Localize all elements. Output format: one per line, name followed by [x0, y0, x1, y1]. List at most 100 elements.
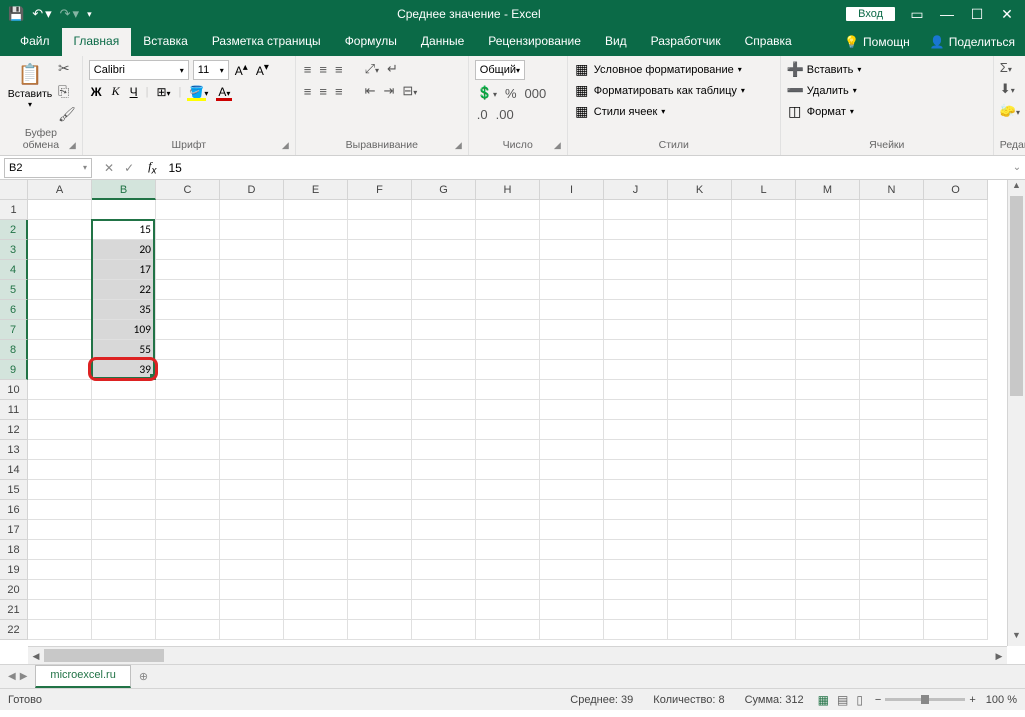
cell[interactable] — [860, 220, 924, 240]
cell[interactable] — [92, 580, 156, 600]
cell[interactable] — [604, 560, 668, 580]
cell[interactable] — [732, 220, 796, 240]
cell[interactable] — [668, 420, 732, 440]
cell[interactable] — [668, 360, 732, 380]
italic-button[interactable]: К — [110, 84, 122, 99]
cell[interactable] — [220, 620, 284, 640]
cell[interactable] — [348, 300, 412, 320]
row-header[interactable]: 4 — [0, 260, 28, 280]
cell[interactable] — [92, 540, 156, 560]
cell[interactable] — [156, 560, 220, 580]
cell[interactable] — [156, 200, 220, 220]
cell[interactable] — [924, 240, 988, 260]
cell[interactable] — [732, 520, 796, 540]
cell[interactable] — [284, 600, 348, 620]
cell[interactable] — [412, 620, 476, 640]
cell[interactable] — [220, 220, 284, 240]
copy-icon[interactable]: ⎘ — [58, 83, 76, 100]
cell[interactable] — [348, 440, 412, 460]
cell[interactable] — [28, 340, 92, 360]
cell[interactable] — [348, 320, 412, 340]
cell[interactable] — [732, 560, 796, 580]
cell[interactable] — [284, 520, 348, 540]
formula-input[interactable]: 15 — [162, 161, 1009, 175]
col-header[interactable]: E — [284, 180, 348, 200]
cell[interactable] — [668, 260, 732, 280]
cell[interactable]: 55 — [92, 340, 156, 360]
cell[interactable] — [604, 540, 668, 560]
cell[interactable] — [732, 420, 796, 440]
select-all-corner[interactable] — [0, 180, 28, 200]
cell[interactable] — [220, 460, 284, 480]
row-header[interactable]: 17 — [0, 520, 28, 540]
cell[interactable] — [668, 600, 732, 620]
cell[interactable] — [604, 500, 668, 520]
fill-icon[interactable]: ⬇▾ — [1000, 81, 1020, 97]
cell[interactable] — [476, 340, 540, 360]
row-header[interactable]: 14 — [0, 460, 28, 480]
cell[interactable] — [92, 200, 156, 220]
align-top-icon[interactable]: ≡ — [302, 61, 314, 78]
cell[interactable] — [220, 480, 284, 500]
row-header[interactable]: 5 — [0, 280, 28, 300]
insert-cells-button[interactable]: ➕Вставить ▾ — [787, 60, 862, 79]
col-header[interactable]: A — [28, 180, 92, 200]
name-box[interactable]: B2▾ — [4, 158, 92, 178]
cell[interactable] — [220, 540, 284, 560]
cell[interactable] — [924, 460, 988, 480]
cell[interactable] — [540, 460, 604, 480]
cell[interactable] — [924, 200, 988, 220]
tab-данные[interactable]: Данные — [409, 28, 476, 56]
cell[interactable] — [540, 380, 604, 400]
row-header[interactable]: 21 — [0, 600, 28, 620]
cell[interactable] — [668, 400, 732, 420]
cell[interactable] — [796, 460, 860, 480]
cell[interactable] — [604, 600, 668, 620]
number-dialog-icon[interactable]: ◢ — [554, 140, 561, 151]
cell[interactable] — [284, 500, 348, 520]
format-painter-icon[interactable]: 🖌 — [58, 106, 76, 123]
delete-cells-button[interactable]: ➖Удалить ▾ — [787, 81, 857, 100]
number-format-select[interactable]: Общий▾ — [475, 60, 525, 80]
cell[interactable] — [28, 240, 92, 260]
increase-indent-icon[interactable]: ⇥ — [381, 82, 396, 100]
merge-center-icon[interactable]: ⊟▾ — [400, 82, 419, 100]
cell[interactable] — [476, 400, 540, 420]
hscroll-thumb[interactable] — [44, 649, 164, 662]
cell[interactable] — [476, 540, 540, 560]
conditional-format-button[interactable]: ▦Условное форматирование▾ — [574, 60, 742, 79]
cell[interactable] — [540, 360, 604, 380]
cancel-formula-icon[interactable]: ✕ — [104, 161, 114, 175]
cell[interactable] — [28, 260, 92, 280]
cell[interactable] — [540, 560, 604, 580]
row-header[interactable]: 18 — [0, 540, 28, 560]
fx-icon[interactable]: fx — [142, 159, 162, 176]
row-header[interactable]: 11 — [0, 400, 28, 420]
cell[interactable] — [156, 440, 220, 460]
row-header[interactable]: 9 — [0, 360, 28, 380]
cell[interactable] — [604, 400, 668, 420]
cell[interactable] — [28, 320, 92, 340]
cell[interactable] — [284, 220, 348, 240]
cell[interactable] — [412, 540, 476, 560]
cell[interactable] — [860, 560, 924, 580]
cell[interactable] — [412, 600, 476, 620]
cell[interactable] — [220, 300, 284, 320]
tab-справка[interactable]: Справка — [733, 28, 804, 56]
cell[interactable] — [924, 540, 988, 560]
cell[interactable] — [924, 320, 988, 340]
cell[interactable] — [412, 200, 476, 220]
cell[interactable] — [796, 200, 860, 220]
col-header[interactable]: N — [860, 180, 924, 200]
cell[interactable] — [284, 560, 348, 580]
cell[interactable] — [604, 520, 668, 540]
cell[interactable] — [604, 360, 668, 380]
cell[interactable] — [348, 400, 412, 420]
row-header[interactable]: 7 — [0, 320, 28, 340]
cell[interactable] — [604, 620, 668, 640]
cell[interactable] — [412, 300, 476, 320]
cell[interactable] — [668, 520, 732, 540]
cut-icon[interactable]: ✂ — [58, 60, 76, 77]
col-header[interactable]: G — [412, 180, 476, 200]
minimize-button[interactable]: — — [939, 6, 955, 22]
